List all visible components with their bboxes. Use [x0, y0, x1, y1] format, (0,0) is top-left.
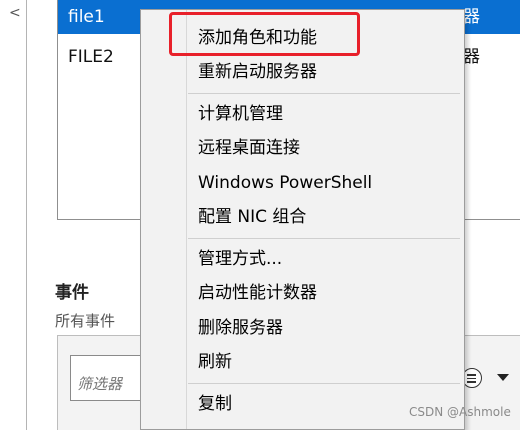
watermark: CSDN @Ashmole [409, 405, 511, 419]
collapse-chevron-icon[interactable]: < [9, 6, 21, 20]
menu-item-add-roles[interactable]: 添加角色和功能 [198, 27, 317, 49]
menu-item-restart-server[interactable]: 重新启动服务器 [198, 61, 317, 83]
nav-strip: < [0, 0, 26, 430]
menu-item-remove-server[interactable]: 删除服务器 [198, 317, 283, 339]
events-heading: 事件 [55, 283, 89, 303]
events-subtitle: 所有事件 [55, 312, 116, 330]
list-options-icon[interactable] [462, 368, 482, 388]
menu-separator [188, 238, 460, 239]
pane-divider [26, 0, 27, 430]
server-name: file1 [68, 7, 105, 27]
server-role-cell: 器 [463, 47, 480, 67]
menu-item-performance-counters[interactable]: 启动性能计数器 [198, 282, 317, 304]
chevron-down-icon[interactable] [497, 374, 509, 381]
menu-item-manage-as[interactable]: 管理方式... [198, 248, 282, 270]
server-role-cell: 器 [463, 7, 480, 27]
context-menu: 添加角色和功能 重新启动服务器 计算机管理 远程桌面连接 Windows Pow… [140, 9, 465, 430]
menu-item-powershell[interactable]: Windows PowerShell [198, 172, 372, 194]
menu-item-copy[interactable]: 复制 [198, 393, 232, 415]
menu-icon-gutter [186, 10, 187, 429]
server-manager-window: < file1 器 20 FILE2 器 20 事件 所有事件 添加角色和功能 … [0, 0, 520, 430]
menu-item-refresh[interactable]: 刷新 [198, 351, 232, 373]
server-name: FILE2 [68, 47, 114, 67]
menu-item-remote-desktop[interactable]: 远程桌面连接 [198, 137, 300, 159]
menu-item-computer-management[interactable]: 计算机管理 [198, 103, 283, 125]
menu-item-nic-teaming[interactable]: 配置 NIC 组合 [198, 206, 306, 228]
menu-separator [188, 383, 460, 384]
menu-separator [188, 93, 460, 94]
